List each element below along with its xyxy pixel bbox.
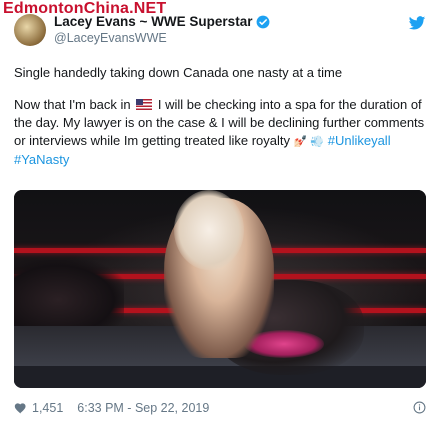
info-icon[interactable] xyxy=(413,401,426,414)
tweet-footer: 1,451 6:33 PM - Sep 22, 2019 xyxy=(14,398,426,418)
watermark: EdmontonChina.NET xyxy=(3,0,167,17)
avatar[interactable] xyxy=(14,14,46,46)
author-names: Lacey Evans ~ WWE Superstar @LaceyEvansW… xyxy=(54,14,270,45)
hashtag-unlikeyall[interactable]: #Unlikeyall xyxy=(328,133,391,148)
wrestler-hair xyxy=(174,190,244,270)
hashtag-yanasty[interactable]: #YaNasty xyxy=(14,152,69,167)
ring-apron xyxy=(14,366,426,388)
verified-badge-icon xyxy=(257,15,270,28)
like-count: 1,451 xyxy=(32,401,64,415)
emoji-group: 💅🏻 💨 xyxy=(293,136,325,148)
tweet-line-1: Single handedly taking down Canada one n… xyxy=(14,65,343,80)
twitter-bird-icon[interactable] xyxy=(408,14,426,32)
tweet-text: Single handedly taking down Canada one n… xyxy=(14,64,426,169)
tweet-paragraph-2: Now that I'm back in I will be checking … xyxy=(14,96,426,169)
para2-before-flag: Now that I'm back in xyxy=(14,97,131,112)
tweet-photo[interactable] xyxy=(14,190,426,388)
heart-icon[interactable] xyxy=(14,402,27,415)
timestamp[interactable]: 6:33 PM - Sep 22, 2019 xyxy=(77,401,209,415)
us-flag-icon xyxy=(136,99,153,110)
handle[interactable]: @LaceyEvansWWE xyxy=(54,31,270,45)
